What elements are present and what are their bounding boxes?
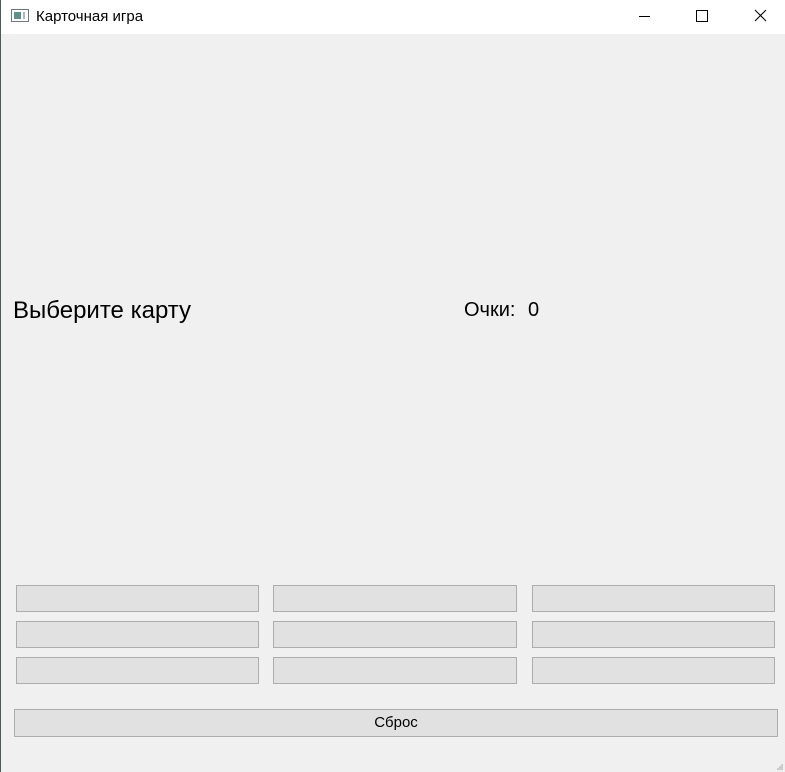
minimize-button[interactable] <box>615 0 673 34</box>
score-label: Очки: <box>464 299 516 321</box>
size-grip-icon[interactable] <box>775 762 783 770</box>
close-button[interactable] <box>731 0 785 34</box>
close-icon <box>754 9 767 22</box>
minimize-icon <box>639 16 650 17</box>
prompt-label: Выберите карту <box>13 297 192 324</box>
card-button-1[interactable] <box>16 585 259 612</box>
window-title: Карточная игра <box>36 8 144 25</box>
card-button-7[interactable] <box>16 657 259 684</box>
card-button-5[interactable] <box>273 621 517 648</box>
card-button-9[interactable] <box>532 657 775 684</box>
score-value: 0 <box>528 299 540 321</box>
maximize-button[interactable] <box>673 0 731 34</box>
maximize-icon <box>696 10 708 22</box>
card-button-6[interactable] <box>532 621 775 648</box>
app-window: Карточная игра Выберите карту Очки: 0 Сб… <box>0 0 785 772</box>
card-button-4[interactable] <box>16 621 259 648</box>
card-button-3[interactable] <box>532 585 775 612</box>
app-window-icon <box>11 9 29 22</box>
reset-button[interactable]: Сброс <box>14 709 778 737</box>
card-button-2[interactable] <box>273 585 517 612</box>
title-bar[interactable]: Карточная игра <box>1 0 785 34</box>
card-button-8[interactable] <box>273 657 517 684</box>
